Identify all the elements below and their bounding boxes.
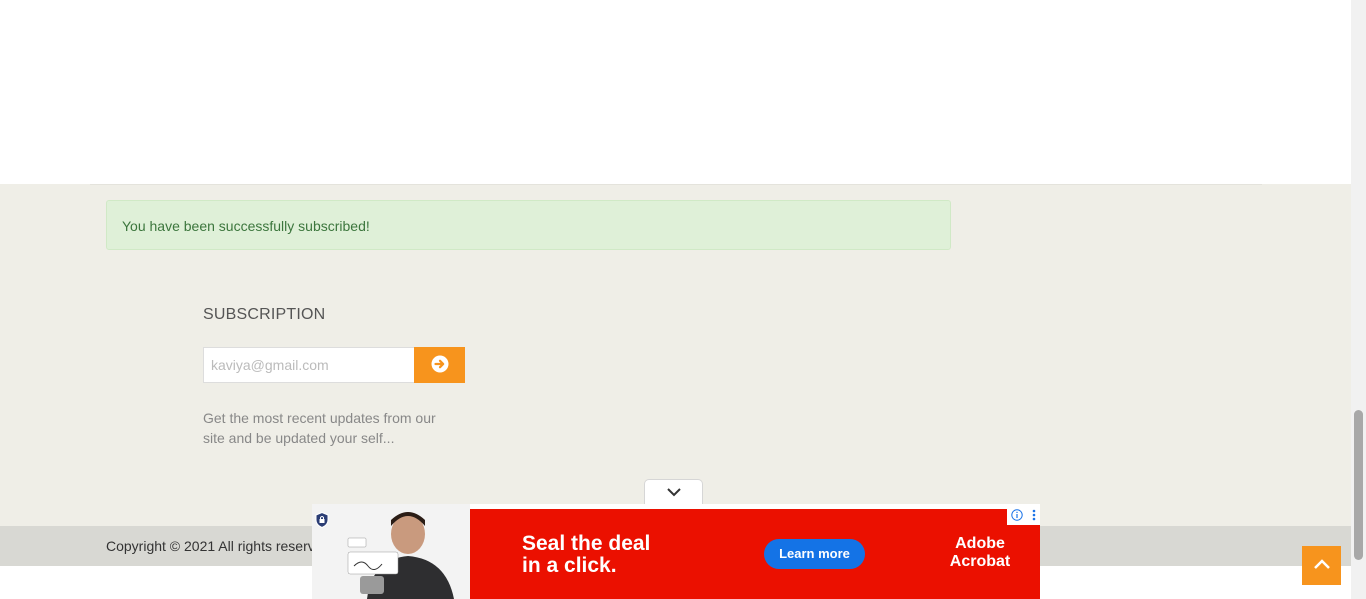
ad-brand-line2: Acrobat xyxy=(949,553,1011,570)
subscription-title: SUBSCRIPTION xyxy=(203,306,326,323)
ad-photo xyxy=(312,504,470,599)
chevron-down-icon xyxy=(666,484,682,502)
ad-info-controls xyxy=(1007,509,1040,525)
arrow-circle-right-icon xyxy=(431,355,449,376)
subscription-email-input[interactable] xyxy=(203,347,415,383)
ad-headline-line2: in a click. xyxy=(522,554,617,577)
subscription-description: Get the most recent updates from our sit… xyxy=(203,410,436,446)
success-alert: You have been successfully subscribed! xyxy=(106,200,951,250)
copyright-text: Copyright © 2021 All rights reserved xyxy=(106,538,331,554)
ad-banner[interactable]: Seal the deal in a click. Learn more Ado… xyxy=(312,504,1040,599)
scroll-to-top-button[interactable] xyxy=(1302,546,1341,585)
ad-learn-more-button[interactable]: Learn more xyxy=(764,539,865,569)
subscribe-button[interactable] xyxy=(414,347,465,383)
ad-headline-line1: Seal the deal xyxy=(522,532,651,555)
shield-icon xyxy=(315,511,329,533)
footer-divider xyxy=(90,184,1262,185)
page-content-area xyxy=(0,0,1351,184)
ad-brand-logo: Adobe Acrobat xyxy=(938,535,1022,571)
ad-brand-line1: Adobe xyxy=(955,535,1005,552)
ad-headline: Seal the deal in a click. xyxy=(522,533,650,577)
chevron-up-icon xyxy=(1312,557,1332,575)
ad-collapse-button[interactable] xyxy=(644,479,703,506)
info-icon[interactable] xyxy=(1011,508,1023,526)
scrollbar-thumb[interactable] xyxy=(1354,410,1363,560)
more-options-icon[interactable] xyxy=(1032,508,1036,526)
